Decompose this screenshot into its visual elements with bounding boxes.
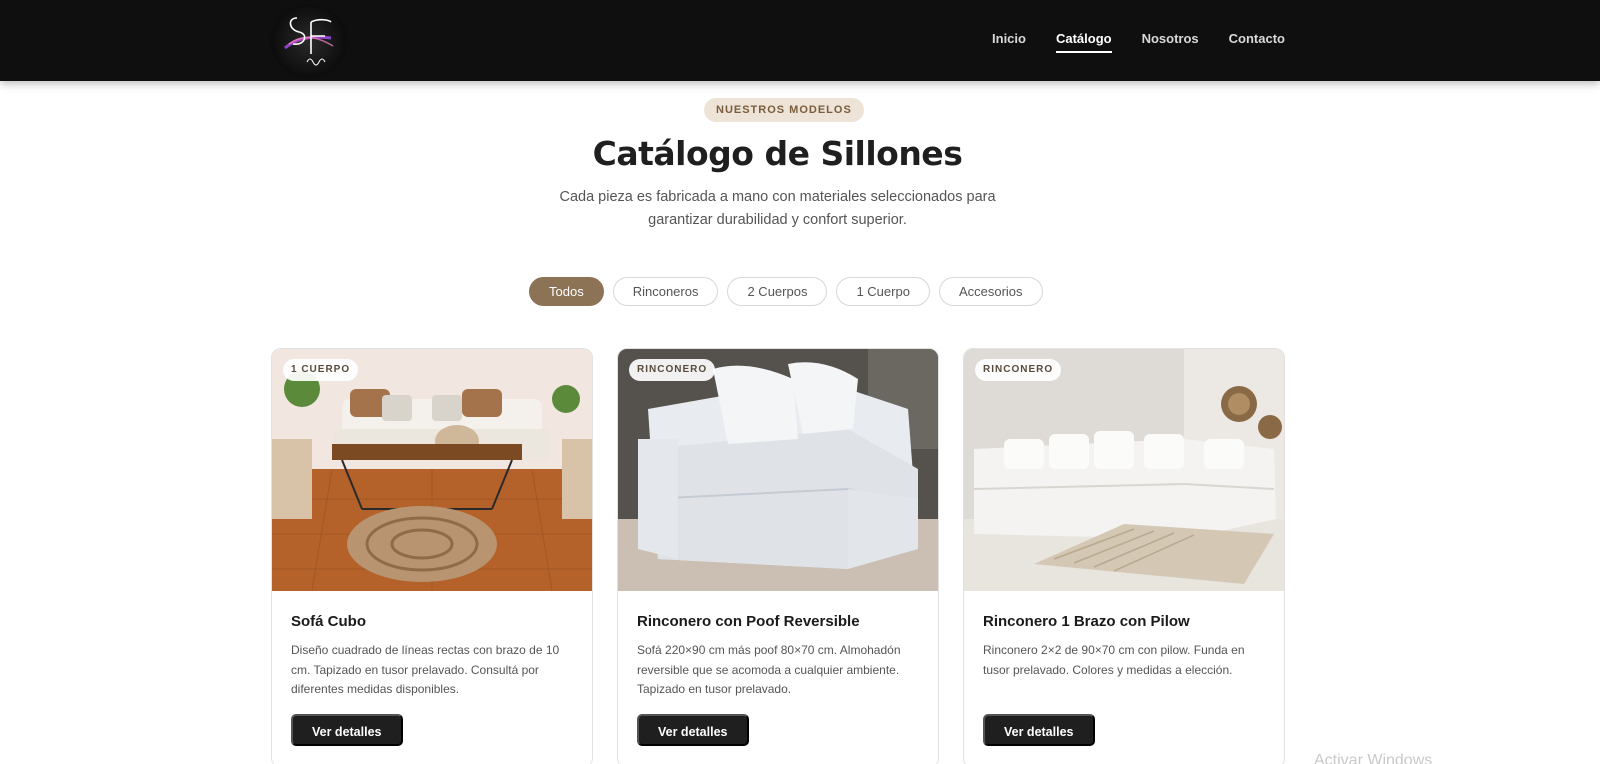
filter-1-cuerpo[interactable]: 1 Cuerpo — [836, 277, 930, 306]
nav-catalogo[interactable]: Catálogo — [1055, 31, 1112, 53]
nav-contacto[interactable]: Contacto — [1229, 31, 1285, 50]
product-card[interactable]: RINCONERO Rinconero 1 Brazo con Pilow Ri… — [963, 348, 1285, 764]
white-corner-sofa-photo — [964, 349, 1284, 591]
living-room-photo — [272, 349, 592, 591]
product-image[interactable]: 1 CUERPO — [272, 349, 592, 591]
os-activation-watermark: Activar Windows — [1314, 752, 1433, 764]
filter-accesorios[interactable]: Accesorios — [938, 277, 1043, 306]
nav-nosotros[interactable]: Nosotros — [1142, 31, 1199, 50]
product-description: Diseño cuadrado de líneas rectas con bra… — [291, 643, 560, 696]
product-card[interactable]: RINCONERO Rinconero con Poof Reversible … — [617, 348, 939, 764]
product-image[interactable]: RINCONERO — [618, 349, 938, 591]
page-title: Catálogo de Sillones — [592, 134, 963, 173]
view-details-button[interactable]: Ver detalles — [983, 714, 1095, 746]
product-image[interactable]: RINCONERO — [964, 349, 1284, 591]
nav-inicio[interactable]: Inicio — [992, 31, 1026, 50]
page-subtitle: Cada pieza es fabricada a mano con mater… — [559, 189, 996, 228]
product-title: Rinconero 1 Brazo con Pilow — [983, 613, 1190, 630]
product-description: Sofá 220×90 cm más poof 80×70 cm. Almoha… — [637, 643, 901, 696]
filter-rinconeros[interactable]: Rinconeros — [612, 277, 719, 306]
category-badge: RINCONERO — [975, 359, 1062, 381]
category-badge: RINCONERO — [629, 359, 716, 381]
white-sectional-photo — [618, 349, 938, 591]
category-filters: Todos Rinconeros 2 Cuerpos 1 Cuerpo Acce… — [529, 277, 1043, 306]
filter-todos[interactable]: Todos — [529, 277, 604, 306]
product-title: Rinconero con Poof Reversible — [637, 613, 860, 630]
category-badge: 1 CUERPO — [283, 359, 359, 381]
filter-2-cuerpos[interactable]: 2 Cuerpos — [727, 277, 828, 306]
view-details-button[interactable]: Ver detalles — [637, 714, 749, 746]
product-card[interactable]: 1 CUERPO Sofá Cubo Diseño cuadrado de lí… — [271, 348, 593, 764]
product-description: Rinconero 2×2 de 90×70 cm con pilow. Fun… — [983, 643, 1245, 677]
main-nav: Inicio Catálogo Nosotros Contacto — [992, 0, 1285, 81]
brand-logo[interactable] — [271, 4, 347, 78]
navbar: Inicio Catálogo Nosotros Contacto — [0, 0, 1600, 81]
product-title: Sofá Cubo — [291, 613, 366, 630]
brand-logo-mark — [284, 17, 334, 66]
view-details-button[interactable]: Ver detalles — [291, 714, 403, 746]
section-eyebrow: NUESTROS MODELOS — [704, 98, 864, 122]
